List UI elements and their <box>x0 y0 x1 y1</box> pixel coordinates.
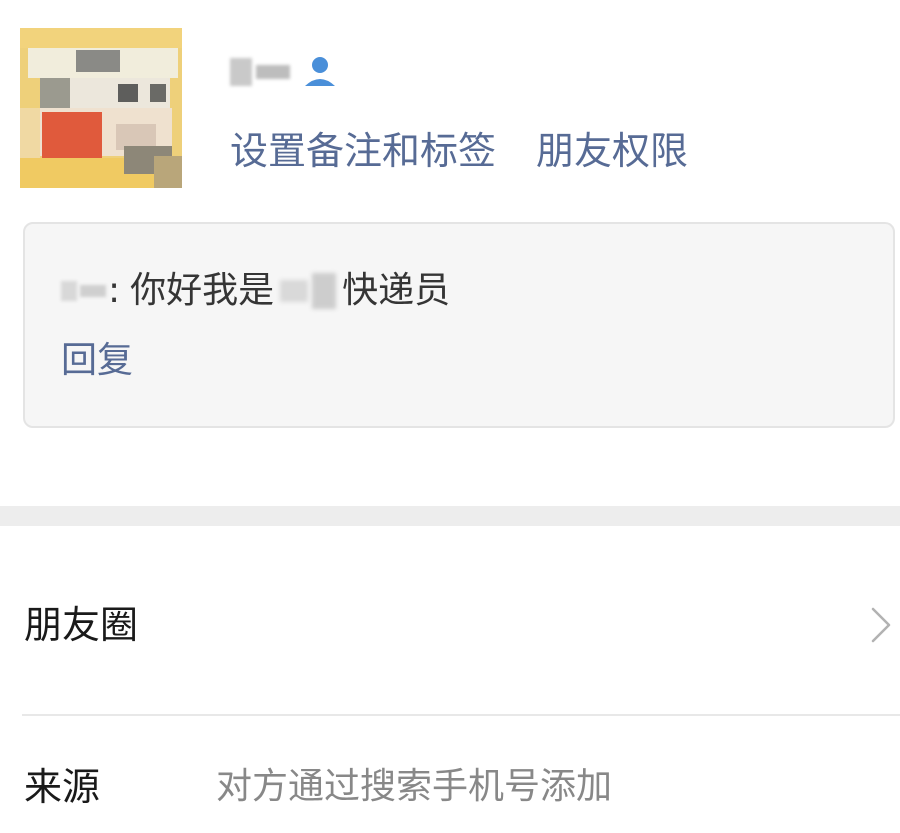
sender-name-redacted <box>61 281 106 301</box>
source-label: 来源 <box>24 765 101 809</box>
moments-label: 朋友圈 <box>24 603 139 647</box>
greeting-message: : 你好我是 快递员 <box>61 266 450 316</box>
avatar-pixel <box>150 84 166 102</box>
redaction-block <box>312 273 337 309</box>
greeting-text-after: 快递员 <box>342 270 451 311</box>
redaction-block <box>256 65 290 79</box>
source-value: 对方通过搜索手机号添加 <box>216 766 613 807</box>
reply-link[interactable]: 回复 <box>61 336 133 386</box>
greeting-separator: : <box>108 270 121 311</box>
avatar-pixel <box>76 50 120 72</box>
avatar[interactable] <box>20 28 182 188</box>
company-name-redacted <box>280 273 337 309</box>
redaction-block <box>230 58 252 86</box>
greeting-message-card: : 你好我是 快递员 回复 <box>23 222 895 428</box>
set-remark-tags-link[interactable]: 设置备注和标签 <box>230 126 496 176</box>
chevron-right-icon <box>871 607 891 643</box>
avatar-pixel <box>42 112 102 164</box>
redaction-block <box>80 285 106 297</box>
person-icon <box>305 57 335 86</box>
redaction-block <box>61 281 77 301</box>
section-divider <box>0 506 900 526</box>
avatar-pixel <box>20 28 182 48</box>
avatar-pixel <box>40 78 70 108</box>
redaction-block <box>280 280 309 302</box>
contact-name-row <box>230 52 340 92</box>
greeting-text-before: 你好我是 <box>130 270 275 311</box>
friend-permissions-link[interactable]: 朋友权限 <box>536 126 688 176</box>
source-row: 来源 对方通过搜索手机号添加 <box>0 716 900 833</box>
moments-row[interactable]: 朋友圈 <box>0 526 900 714</box>
avatar-pixel <box>20 108 40 158</box>
avatar-pixel <box>118 84 138 102</box>
profile-links: 设置备注和标签 朋友权限 <box>230 126 688 176</box>
contact-name-redacted <box>230 58 290 86</box>
avatar-pixel <box>154 156 182 188</box>
